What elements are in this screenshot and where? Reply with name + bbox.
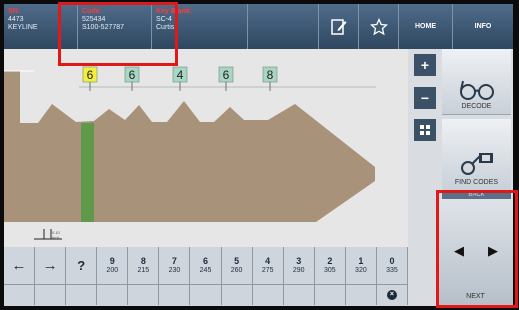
depth-button-1[interactable]: 1 320: [346, 247, 377, 284]
depth-number: 7: [171, 256, 177, 266]
next-arrow-icon[interactable]: ▶: [484, 239, 502, 263]
arrow-right-icon: →: [42, 257, 58, 274]
zoom-out-button[interactable]: −: [414, 87, 436, 109]
move-right-button[interactable]: →: [35, 247, 67, 284]
cut-label-text: 6: [87, 68, 94, 82]
key-diagram: 6 6 4 6 8: [4, 66, 376, 240]
header-bar: SN: 4473 KEYLINE Code: 525434 S100-52778…: [4, 4, 513, 49]
fit-screen-icon: [420, 125, 430, 135]
help-button[interactable]: ?: [66, 247, 98, 284]
depth-button-8[interactable]: 8 215: [128, 247, 160, 284]
serial-number-field: SN: 4473 KEYLINE: [4, 4, 78, 49]
depth-value: 230: [168, 267, 181, 274]
cut-label-text: 6: [223, 68, 230, 82]
key-blank-value: SC-4: [156, 16, 172, 23]
depth-number: 6: [203, 256, 209, 266]
move-left-button[interactable]: ←: [4, 247, 36, 284]
key-blank-label: Key Blank:: [156, 8, 193, 15]
cut-label-text: 8: [267, 68, 274, 82]
depth-number: 1: [358, 256, 364, 266]
depth-number: 3: [296, 256, 302, 266]
lower-cell: [159, 285, 191, 305]
code-range: S100-527787: [82, 24, 125, 31]
shoulder-cut-highlight: [81, 123, 94, 222]
clear-button[interactable]: ×: [377, 285, 409, 305]
depth-button-2[interactable]: 2 305: [315, 247, 346, 284]
key-blank-field: Key Blank: SC-4 Curtis: [152, 4, 248, 49]
depth-button-9[interactable]: 9 200: [97, 247, 129, 284]
lower-cell: [284, 285, 315, 305]
scale-label: 0.10 inch: [52, 230, 60, 240]
find-codes-button[interactable]: FIND CODES: [442, 119, 511, 191]
lower-cell: [35, 285, 67, 305]
lower-cell: [4, 285, 36, 305]
favorite-button[interactable]: [359, 4, 399, 49]
depth-button-4[interactable]: 4 275: [253, 247, 284, 284]
back-button[interactable]: BACK: [442, 191, 511, 199]
depth-row: ← → ? 9 200 8 215 7 230 6 245 5 260 4 275 3 290 2 305 1 3…: [4, 247, 409, 285]
zoom-in-button[interactable]: +: [414, 54, 436, 76]
depth-number: 4: [265, 256, 271, 266]
question-icon: ?: [77, 258, 86, 273]
depth-number: 0: [389, 256, 395, 266]
lower-cell: [346, 285, 377, 305]
depth-value: 260: [230, 267, 243, 274]
depth-number: 8: [140, 256, 146, 266]
serial-sub: KEYLINE: [8, 24, 38, 31]
fit-view-button[interactable]: [414, 119, 436, 141]
glasses-icon: [459, 80, 494, 100]
next-button[interactable]: NEXT: [438, 293, 513, 300]
arrow-left-icon: ←: [11, 257, 27, 274]
lower-cell: [66, 285, 98, 305]
lower-cell: [97, 285, 129, 305]
key-blade: [4, 71, 375, 222]
code-value: 525434: [82, 16, 106, 23]
lower-cell: [190, 285, 222, 305]
depth-button-3[interactable]: 3 290: [284, 247, 315, 284]
depth-value: 305: [323, 267, 336, 274]
depth-button-7[interactable]: 7 230: [159, 247, 191, 284]
depth-button-6[interactable]: 6 245: [190, 247, 222, 284]
depth-value: 275: [261, 267, 274, 274]
depth-value: 335: [386, 267, 398, 274]
info-button[interactable]: INFO: [453, 4, 513, 49]
navigation-panel: ◀ ▶ NEXT: [438, 199, 513, 306]
depth-value: 290: [292, 267, 305, 274]
decode-label: DECODE: [461, 103, 492, 110]
right-tool-panel: + − DECODE FIND CODES BACK ◀ ▶ NEXT: [408, 49, 513, 306]
lower-cell: [128, 285, 160, 305]
cut-label-text: 4: [177, 68, 184, 82]
depth-number: 9: [109, 256, 115, 266]
depth-selector-bar: ← → ? 9 200 8 215 7 230 6 245 5 260 4 275 3 290 2 305 1 3…: [4, 247, 409, 306]
depth-button-5[interactable]: 5 260: [222, 247, 253, 284]
depth-value: 215: [137, 267, 150, 274]
find-codes-label: FIND CODES: [454, 179, 499, 186]
code-label: Code:: [82, 8, 102, 15]
notes-button[interactable]: [319, 4, 359, 49]
serial-value: 4473: [8, 16, 24, 23]
depth-button-0[interactable]: 0 335: [377, 247, 409, 284]
edit-note-icon: [330, 18, 346, 35]
lower-cell: [222, 285, 253, 305]
decode-button[interactable]: DECODE: [442, 49, 511, 115]
depth-number: 5: [234, 256, 240, 266]
key-canvas: 6 6 4 6 8 0.10 inch: [4, 49, 408, 247]
key-blank-sub: Curtis: [156, 24, 175, 31]
header-spacer: [248, 4, 319, 49]
star-icon: [369, 17, 388, 35]
code-field: Code: 525434 S100-527787: [78, 4, 152, 49]
cut-label-text: 6: [129, 68, 136, 82]
home-button[interactable]: HOME: [399, 4, 453, 49]
serial-label: SN:: [8, 8, 21, 15]
depth-value: 245: [199, 267, 212, 274]
close-circle-icon: ×: [386, 290, 397, 300]
depth-number: 2: [327, 256, 333, 266]
depth-value: 200: [106, 267, 119, 274]
key-search-icon: [460, 153, 493, 175]
depth-value: 320: [355, 267, 367, 274]
lower-cell: [315, 285, 346, 305]
lower-cell: [253, 285, 284, 305]
previous-arrow-icon[interactable]: ◀: [450, 239, 468, 263]
depth-lower-row: ×: [4, 285, 409, 305]
